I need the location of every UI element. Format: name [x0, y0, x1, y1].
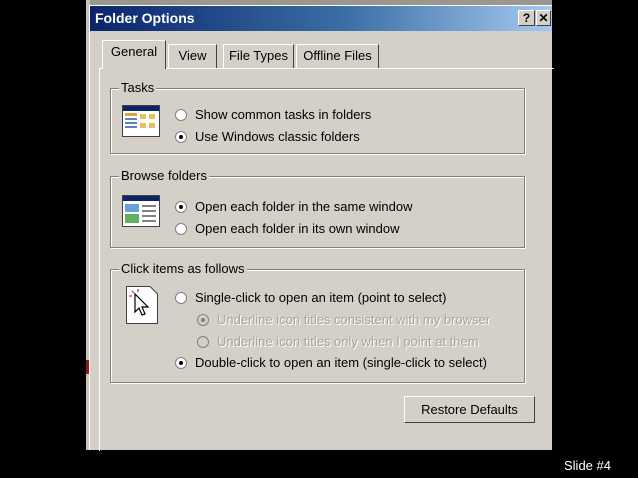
browse-folders-group: Browse folders Open each folder in the s…: [110, 168, 525, 248]
option-label: Double-click to open an item (single-cli…: [195, 355, 487, 370]
click-items-group: Click items as follows Single-click to o…: [110, 261, 525, 383]
option-label: Use Windows classic folders: [195, 129, 360, 144]
tab-offline-files[interactable]: Offline Files: [296, 44, 379, 68]
radio-button-selected[interactable]: [175, 131, 187, 143]
browse-folders-group-label: Browse folders: [119, 168, 209, 184]
title-bar[interactable]: Folder Options ? ✕: [90, 6, 552, 31]
tab-general[interactable]: General: [102, 40, 166, 69]
tasks-group-label: Tasks: [119, 80, 157, 96]
click-items-group-label: Click items as follows: [119, 261, 247, 277]
radio-button[interactable]: [175, 223, 187, 235]
option-label: Open each folder in the same window: [195, 199, 413, 214]
option-label: Underline icon titles consistent with my…: [217, 312, 491, 327]
radio-button[interactable]: [175, 292, 187, 304]
slide-number: Slide #4: [564, 458, 611, 473]
option-label: Open each folder in its own window: [195, 221, 400, 236]
radio-button-selected[interactable]: [175, 357, 187, 369]
tasks-group: Tasks Show common tasks in folders Use W…: [110, 80, 525, 154]
tab-file-types[interactable]: File Types: [223, 44, 294, 68]
help-button[interactable]: ?: [518, 10, 535, 26]
radio-button-disabled[interactable]: [197, 336, 209, 348]
window-title: Folder Options: [95, 10, 195, 26]
radio-button[interactable]: [175, 109, 187, 121]
pointer-click-icon: [126, 286, 158, 324]
radio-button-disabled-selected[interactable]: [197, 314, 209, 326]
folder-options-dialog: Folder Options ? ✕ General View File Typ…: [89, 5, 554, 451]
close-button[interactable]: ✕: [536, 10, 551, 26]
option-label: Single-click to open an item (point to s…: [195, 290, 447, 305]
option-label: Show common tasks in folders: [195, 107, 372, 122]
radio-button-selected[interactable]: [175, 201, 187, 213]
browse-window-icon: [122, 195, 160, 227]
option-label: Underline icon titles only when I point …: [217, 334, 479, 349]
tab-view[interactable]: View: [168, 44, 217, 68]
folder-window-icon: [122, 105, 160, 137]
restore-defaults-button[interactable]: Restore Defaults: [404, 396, 535, 423]
